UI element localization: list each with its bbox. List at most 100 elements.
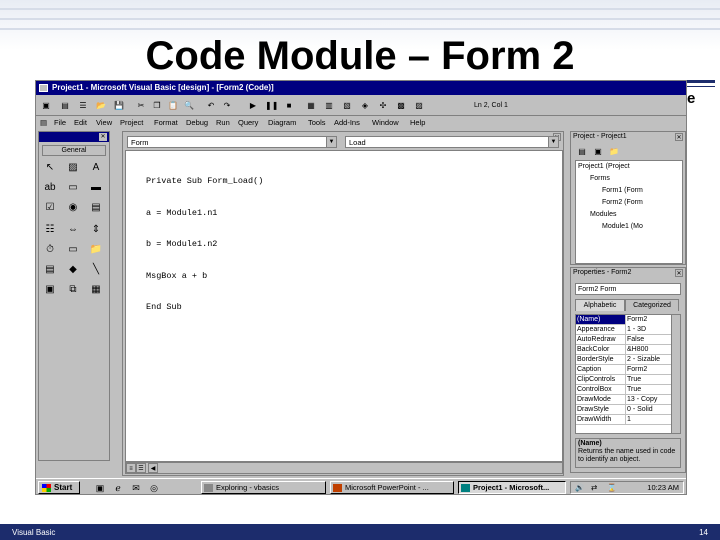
close-icon[interactable]: ✕ xyxy=(675,269,683,277)
menu-query[interactable]: Query xyxy=(238,118,258,127)
ole-tool-icon[interactable]: ▦ xyxy=(88,282,104,297)
tree-item-forms[interactable]: Forms xyxy=(590,175,610,182)
task-powerpoint[interactable]: Microsoft PowerPoint - ... xyxy=(330,481,454,494)
tree-item-modules[interactable]: Modules xyxy=(590,211,616,218)
tree-item-project1[interactable]: Project1 (Project xyxy=(578,163,630,170)
add-form-icon[interactable]: ▤ xyxy=(58,99,72,112)
task-exploring[interactable]: Exploring - vbasics xyxy=(201,481,326,494)
listbox-tool-icon[interactable]: ☷ xyxy=(42,222,58,237)
scheduler-icon[interactable]: ⌛ xyxy=(607,482,616,494)
commandbutton-tool-icon[interactable]: ▬ xyxy=(88,180,104,195)
code-editor[interactable]: Private Sub Form_Load() a = Module1.n1 b… xyxy=(125,150,563,462)
checkbox-tool-icon[interactable]: ☑ xyxy=(42,200,58,215)
procedure-combo[interactable]: Load ▼ xyxy=(345,136,559,148)
run-icon[interactable]: ▶ xyxy=(246,99,260,112)
data-tool-icon[interactable]: ⧉ xyxy=(65,282,81,297)
table-row[interactable]: ControlBox True xyxy=(576,385,680,395)
desktop-icon[interactable]: ▣ xyxy=(94,482,106,494)
drivelistbox-tool-icon[interactable]: ▭ xyxy=(65,242,81,257)
vertical-scrollbar[interactable] xyxy=(671,315,680,433)
menu-help[interactable]: Help xyxy=(410,118,425,127)
table-row[interactable]: Appearance 1 - 3D xyxy=(576,325,680,335)
view-object-icon[interactable]: ▣ xyxy=(591,145,605,158)
textbox-tool-icon[interactable]: ab xyxy=(42,180,58,195)
close-icon[interactable]: ✕ xyxy=(675,133,683,141)
dirlistbox-tool-icon[interactable]: 📁 xyxy=(88,242,104,257)
channels-icon[interactable]: ◎ xyxy=(148,482,160,494)
menu-run[interactable]: Run xyxy=(216,118,230,127)
table-row[interactable]: DrawStyle 0 - Solid xyxy=(576,405,680,415)
component-manager-icon[interactable]: ▨ xyxy=(412,99,426,112)
label-tool-icon[interactable]: A xyxy=(88,160,104,175)
network-icon[interactable]: ⇄ xyxy=(591,482,597,494)
stop-icon[interactable]: ■ xyxy=(282,99,296,112)
copy-icon[interactable]: ❐ xyxy=(150,99,164,112)
clock[interactable]: 10:23 AM xyxy=(647,482,679,494)
toolbox-tab-general[interactable]: General xyxy=(42,145,106,156)
pointer-tool-icon[interactable]: ↖ xyxy=(42,160,58,175)
view-code-icon[interactable]: ▤ xyxy=(575,145,589,158)
table-row[interactable]: Caption Form2 xyxy=(576,365,680,375)
shape-tool-icon[interactable]: ◆ xyxy=(65,262,81,277)
table-row[interactable]: AutoRedraw False xyxy=(576,335,680,345)
menu-diagram[interactable]: Diagram xyxy=(268,118,296,127)
tree-item-module1[interactable]: Module1 (Mo xyxy=(602,223,643,230)
task-project1[interactable]: Project1 - Microsoft... xyxy=(458,481,566,494)
chevron-down-icon[interactable]: ▼ xyxy=(326,137,336,147)
chevron-down-icon[interactable]: ▼ xyxy=(548,137,558,147)
horizontal-scrollbar[interactable]: ≡ ☰ ◀ xyxy=(125,462,563,474)
toggle-folders-icon[interactable]: 📁 xyxy=(607,145,621,158)
line-tool-icon[interactable]: ╲ xyxy=(88,262,104,277)
menu-file[interactable]: File xyxy=(54,118,66,127)
properties-window-icon[interactable]: ▥ xyxy=(322,99,336,112)
table-row[interactable]: DrawWidth 1 xyxy=(576,415,680,425)
menu-tools[interactable]: Tools xyxy=(308,118,326,127)
cut-icon[interactable]: ✂ xyxy=(134,99,148,112)
table-row[interactable]: (Name) Form2 xyxy=(576,315,680,325)
paste-icon[interactable]: 📋 xyxy=(166,99,180,112)
add-project-icon[interactable]: ▣ xyxy=(39,99,53,112)
tab-alphabetic[interactable]: Alphabetic xyxy=(575,299,625,311)
menu-editor-icon[interactable]: ☰ xyxy=(76,99,90,112)
picturebox-tool-icon[interactable]: ▨ xyxy=(65,160,81,175)
combobox-tool-icon[interactable]: ▤ xyxy=(88,200,104,215)
procedure-view-icon[interactable]: ≡ xyxy=(126,463,136,473)
table-row[interactable]: BackColor &H800 xyxy=(576,345,680,355)
properties-object-combo[interactable]: Form2 Form xyxy=(575,283,681,295)
scroll-left-icon[interactable]: ◀ xyxy=(148,463,158,473)
redo-icon[interactable]: ↷ xyxy=(220,99,234,112)
menu-edit[interactable]: Edit xyxy=(74,118,87,127)
filelistbox-tool-icon[interactable]: ▤ xyxy=(42,262,58,277)
close-icon[interactable]: ✕ xyxy=(99,133,107,141)
break-icon[interactable]: ❚❚ xyxy=(264,99,278,112)
data-view-icon[interactable]: ▩ xyxy=(394,99,408,112)
menu-project[interactable]: Project xyxy=(120,118,143,127)
table-row[interactable]: BorderStyle 2 - Sizable xyxy=(576,355,680,365)
menu-view[interactable]: View xyxy=(96,118,112,127)
image-tool-icon[interactable]: ▣ xyxy=(42,282,58,297)
table-row[interactable]: ClipControls True xyxy=(576,375,680,385)
tab-categorized[interactable]: Categorized xyxy=(625,299,679,311)
menu-addins[interactable]: Add-Ins xyxy=(334,118,360,127)
menu-debug[interactable]: Debug xyxy=(186,118,208,127)
outlook-icon[interactable]: ✉ xyxy=(130,482,142,494)
hscrollbar-tool-icon[interactable]: ⇔ xyxy=(65,222,81,237)
object-browser-icon[interactable]: ◈ xyxy=(358,99,372,112)
table-row[interactable]: DrawMode 13 - Copy xyxy=(576,395,680,405)
save-icon[interactable]: 💾 xyxy=(112,99,126,112)
vscrollbar-tool-icon[interactable]: ⇕ xyxy=(88,222,104,237)
form-layout-icon[interactable]: ▧ xyxy=(340,99,354,112)
optionbutton-tool-icon[interactable]: ◉ xyxy=(65,200,81,215)
start-button[interactable]: Start xyxy=(38,481,80,494)
speaker-icon[interactable]: 🔊 xyxy=(575,482,584,494)
internet-explorer-icon[interactable]: ℯ xyxy=(112,482,124,494)
toolbox-icon[interactable]: ✣ xyxy=(376,99,390,112)
open-icon[interactable]: 📂 xyxy=(94,99,108,112)
menu-window[interactable]: Window xyxy=(372,118,399,127)
find-icon[interactable]: 🔍 xyxy=(182,99,196,112)
tree-item-form1[interactable]: Form1 (Form xyxy=(602,187,643,194)
menu-format[interactable]: Format xyxy=(154,118,178,127)
full-module-view-icon[interactable]: ☰ xyxy=(136,463,146,473)
timer-tool-icon[interactable]: ⏱ xyxy=(42,242,58,257)
frame-tool-icon[interactable]: ▭ xyxy=(65,180,81,195)
